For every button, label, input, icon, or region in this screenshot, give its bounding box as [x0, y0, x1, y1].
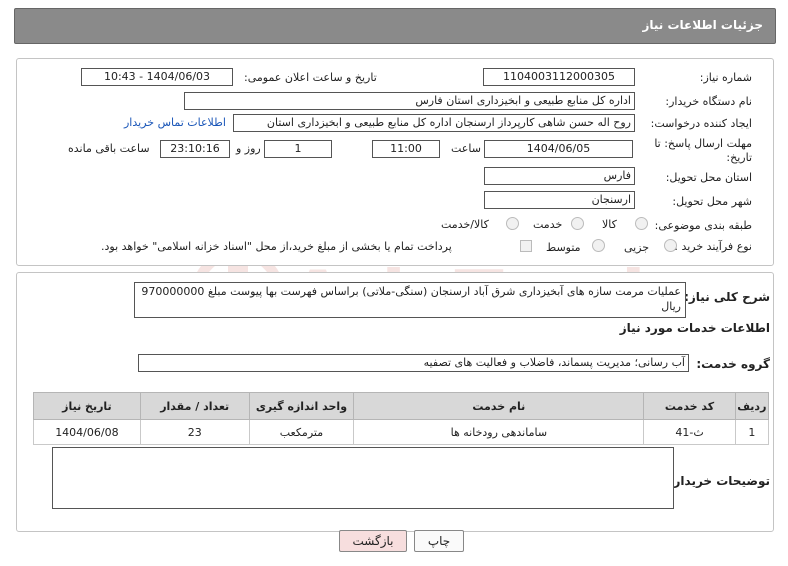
service-group-label: گروه خدمت:	[696, 357, 770, 371]
description-label: شرح کلی نیاز:	[684, 290, 770, 304]
col-quantity-header: تعداد / مقدار	[139, 392, 250, 420]
buyer-contact-link[interactable]: اطلاعات تماس خریدار	[124, 116, 226, 129]
category-option-goods: کالا	[602, 218, 617, 231]
process-option-medium: متوسط	[546, 241, 581, 254]
deadline-time-field: 11:00	[372, 140, 440, 158]
buyer-org-label: نام دستگاه خریدار:	[665, 95, 752, 108]
remaining-time-field: 23:10:16	[160, 140, 230, 158]
category-radio-service[interactable]	[571, 217, 584, 230]
city-field: ارسنجان	[484, 191, 635, 209]
description-text: عملیات مرمت سازه های آبخیزداری شرق آباد …	[141, 285, 681, 313]
service-group-field: آب رسانی؛ مدیریت پسماند، فاضلاب و فعالیت…	[138, 354, 689, 372]
need-number-field: 1104003112000305	[483, 68, 635, 86]
col-service-name-header: نام خدمت	[353, 392, 645, 420]
category-radio-goods[interactable]	[635, 217, 648, 230]
process-radio-minor[interactable]	[664, 239, 677, 252]
buyer-notes-textarea[interactable]	[52, 447, 674, 509]
description-textarea[interactable]: عملیات مرمت سازه های آبخیزداری شرق آباد …	[134, 282, 686, 318]
services-table-header: ردیف کد خدمت نام خدمت واحد اندازه گیری ت…	[33, 392, 770, 420]
creator-label: ایجاد کننده درخواست:	[650, 117, 752, 130]
deadline-time-label: ساعت	[451, 142, 481, 155]
city-label: شهر محل تحویل:	[672, 195, 752, 208]
cell-service-name: ساماندهی رودخانه ها	[353, 419, 645, 445]
remaining-label: ساعت باقی مانده	[68, 142, 150, 155]
cell-unit: مترمکعب	[248, 419, 355, 445]
services-section-title: اطلاعات خدمات مورد نیاز	[619, 321, 770, 335]
category-radio-goods-service[interactable]	[506, 217, 519, 230]
col-service-code-header: کد خدمت	[643, 392, 736, 420]
buyer-notes-label: توضیحات خریدار:	[668, 474, 770, 488]
category-label: طبقه بندی موضوعی:	[654, 219, 752, 232]
province-label: استان محل تحویل:	[665, 171, 752, 184]
cell-service-code: ث-41	[643, 419, 736, 445]
table-row: 1 ث-41 ساماندهی رودخانه ها مترمکعب 23 14…	[33, 419, 770, 445]
cell-need-date: 1404/06/08	[33, 419, 141, 445]
deadline-date-field: 1404/06/05	[484, 140, 633, 158]
col-unit-header: واحد اندازه گیری	[248, 392, 355, 420]
remaining-days-field: 1	[264, 140, 332, 158]
page-title: جزئیات اطلاعات نیاز	[642, 18, 763, 32]
back-button[interactable]: بازگشت	[339, 530, 407, 552]
treasury-checkbox[interactable]	[520, 240, 532, 252]
announce-datetime-field: 1404/06/03 - 10:43	[81, 68, 233, 86]
buyer-org-field: اداره کل منابع طبیعی و ابخیزداری استان ف…	[184, 92, 635, 110]
col-row-header: ردیف	[734, 392, 770, 420]
announce-label: تاریخ و ساعت اعلان عمومی:	[244, 71, 377, 84]
need-number-label: شماره نیاز:	[699, 71, 752, 84]
col-need-date-header: تاریخ نیاز	[33, 392, 141, 420]
cell-row-number: 1	[734, 419, 770, 445]
category-option-goods-service: کالا/خدمت	[441, 218, 489, 231]
creator-field: روح اله حسن شاهی کارپرداز ارسنجان اداره …	[233, 114, 635, 132]
deadline-label: مهلت ارسال پاسخ: تا تاریخ:	[654, 137, 752, 164]
print-button[interactable]: چاپ	[414, 530, 464, 552]
days-label: روز و	[236, 142, 261, 155]
services-table: ردیف کد خدمت نام خدمت واحد اندازه گیری ت…	[33, 392, 770, 445]
process-option-minor: جزیی	[624, 241, 650, 254]
province-field: فارس	[484, 167, 635, 185]
page-header: جزئیات اطلاعات نیاز	[14, 8, 776, 44]
payment-note: پرداخت تمام یا بخشی از مبلغ خرید،از محل …	[101, 240, 452, 253]
category-option-service: خدمت	[533, 218, 563, 231]
cell-quantity: 23	[139, 419, 250, 445]
process-radio-medium[interactable]	[592, 239, 605, 252]
process-label: نوع فرآیند خرید :	[674, 240, 752, 253]
